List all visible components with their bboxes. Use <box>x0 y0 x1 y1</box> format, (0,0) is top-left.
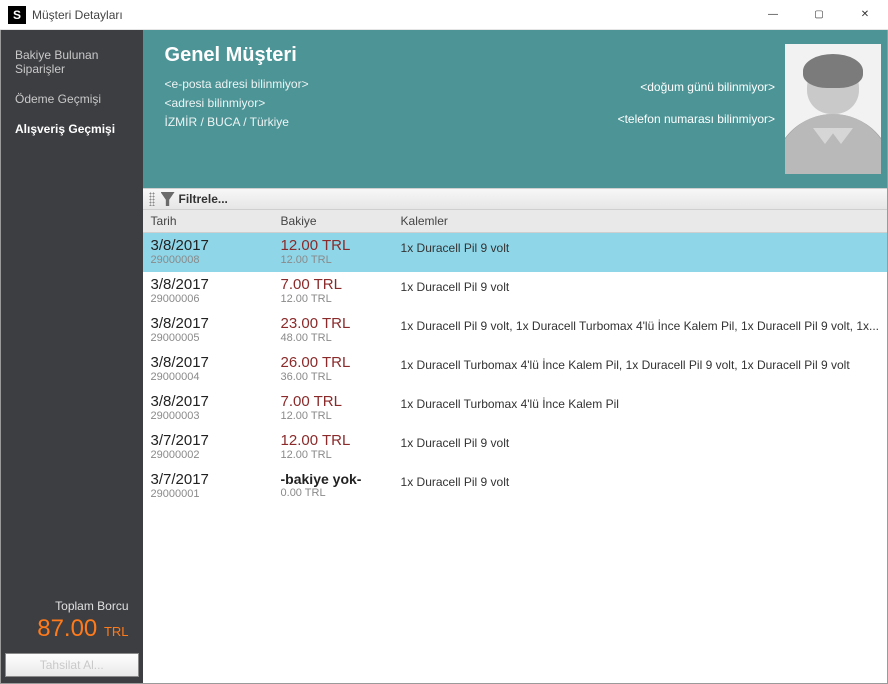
sidebar-item-shopping-history[interactable]: Alışveriş Geçmişi <box>1 114 143 144</box>
cell-date: 3/7/201729000002 <box>151 432 281 461</box>
cell-date: 3/8/201729000003 <box>151 393 281 422</box>
sidebar-item-payment-history[interactable]: Ödeme Geçmişi <box>1 84 143 114</box>
order-number: 29000003 <box>151 410 281 422</box>
order-balance: 23.00 TRL <box>281 315 401 332</box>
order-number: 29000008 <box>151 254 281 266</box>
cell-items: 1x Duracell Pil 9 volt, 1x Duracell Turb… <box>401 315 879 333</box>
order-balance: 26.00 TRL <box>281 354 401 371</box>
sidebar-item-balance-orders[interactable]: Bakiye Bulunan Siparişler <box>1 30 143 84</box>
order-balance: 7.00 TRL <box>281 393 401 410</box>
cell-balance: 23.00 TRL48.00 TRL <box>281 315 401 344</box>
order-number: 29000001 <box>151 488 281 500</box>
order-balance: 12.00 TRL <box>281 237 401 254</box>
table-header: Tarih Bakiye Kalemler <box>143 210 887 233</box>
cell-date: 3/8/201729000005 <box>151 315 281 344</box>
column-items[interactable]: Kalemler <box>393 210 887 232</box>
cell-balance: 7.00 TRL12.00 TRL <box>281 393 401 422</box>
toolbar-grip-icon <box>149 192 155 206</box>
filter-label: Filtrele... <box>179 192 228 206</box>
column-balance[interactable]: Bakiye <box>273 210 393 232</box>
table-row[interactable]: 3/7/201729000001-bakiye yok-0.00 TRL1x D… <box>143 467 887 506</box>
total-debt-value: 87.00 TRL <box>37 615 142 643</box>
table-row[interactable]: 3/8/2017290000067.00 TRL12.00 TRL1x Dura… <box>143 272 887 311</box>
avatar-collar-icon <box>829 128 853 144</box>
customer-header: Genel Müşteri <e-posta adresi bilinmiyor… <box>143 30 887 188</box>
cell-items: 1x Duracell Turbomax 4'lü İnce Kalem Pil <box>401 393 879 411</box>
order-number: 29000005 <box>151 332 281 344</box>
cell-balance: 12.00 TRL12.00 TRL <box>281 237 401 266</box>
sidebar: Bakiye Bulunan Siparişler Ödeme Geçmişi … <box>1 30 143 683</box>
content: Genel Müşteri <e-posta adresi bilinmiyor… <box>143 30 887 683</box>
maximize-button[interactable]: ▢ <box>796 0 842 30</box>
order-balance: 7.00 TRL <box>281 276 401 293</box>
minimize-button[interactable]: — <box>750 0 796 30</box>
funnel-icon <box>161 192 175 206</box>
order-number: 29000006 <box>151 293 281 305</box>
order-date: 3/8/2017 <box>151 354 281 371</box>
order-total: 12.00 TRL <box>281 449 401 461</box>
total-debt-currency: TRL <box>104 624 129 639</box>
table-row[interactable]: 3/8/2017290000037.00 TRL12.00 TRL1x Dura… <box>143 389 887 428</box>
order-total: 12.00 TRL <box>281 410 401 422</box>
order-date: 3/8/2017 <box>151 315 281 332</box>
avatar-body-icon <box>785 114 881 174</box>
table-row[interactable]: 3/8/20172900000426.00 TRL36.00 TRL1x Dur… <box>143 350 887 389</box>
cell-date: 3/8/201729000004 <box>151 354 281 383</box>
table-row[interactable]: 3/8/20172900000812.00 TRL12.00 TRL1x Dur… <box>143 233 887 272</box>
collect-payment-button[interactable]: Tahsilat Al... <box>5 653 139 677</box>
order-total: 36.00 TRL <box>281 371 401 383</box>
customer-phone: <telefon numarası bilinmiyor> <box>618 112 775 126</box>
order-date: 3/8/2017 <box>151 237 281 254</box>
table-row[interactable]: 3/8/20172900000523.00 TRL48.00 TRL1x Dur… <box>143 311 887 350</box>
order-date: 3/7/2017 <box>151 432 281 449</box>
order-total: 12.00 TRL <box>281 293 401 305</box>
order-date: 3/7/2017 <box>151 471 281 488</box>
order-balance: 12.00 TRL <box>281 432 401 449</box>
customer-name: Genel Müşteri <box>165 44 601 67</box>
cell-date: 3/7/201729000001 <box>151 471 281 500</box>
avatar-placeholder <box>785 44 881 174</box>
order-number: 29000004 <box>151 371 281 383</box>
close-button[interactable]: ✕ <box>842 0 888 30</box>
order-total: 0.00 TRL <box>281 487 401 499</box>
order-total: 48.00 TRL <box>281 332 401 344</box>
avatar-hair-icon <box>803 54 863 88</box>
cell-balance: 26.00 TRL36.00 TRL <box>281 354 401 383</box>
table-row[interactable]: 3/7/20172900000212.00 TRL12.00 TRL1x Dur… <box>143 428 887 467</box>
cell-items: 1x Duracell Pil 9 volt <box>401 276 879 294</box>
order-balance: -bakiye yok- <box>281 471 401 487</box>
total-debt-amount: 87.00 <box>37 615 97 642</box>
cell-balance: 12.00 TRL12.00 TRL <box>281 432 401 461</box>
table-body: 3/8/20172900000812.00 TRL12.00 TRL1x Dur… <box>143 233 887 683</box>
app-logo: S <box>8 6 26 24</box>
cell-items: 1x Duracell Pil 9 volt <box>401 471 879 489</box>
order-number: 29000002 <box>151 449 281 461</box>
customer-location: İZMİR / BUCA / Türkiye <box>165 113 601 132</box>
customer-birthday: <doğum günü bilinmiyor> <box>640 80 775 94</box>
column-date[interactable]: Tarih <box>143 210 273 232</box>
order-total: 12.00 TRL <box>281 254 401 266</box>
cell-items: 1x Duracell Turbomax 4'lü İnce Kalem Pil… <box>401 354 879 372</box>
window-title: Müşteri Detayları <box>32 8 123 22</box>
cell-date: 3/8/201729000006 <box>151 276 281 305</box>
order-date: 3/8/2017 <box>151 276 281 293</box>
filter-bar[interactable]: Filtrele... <box>143 188 887 210</box>
customer-address: <adresi bilinmiyor> <box>165 94 601 113</box>
titlebar: S Müşteri Detayları — ▢ ✕ <box>0 0 888 30</box>
cell-items: 1x Duracell Pil 9 volt <box>401 432 879 450</box>
cell-balance: -bakiye yok-0.00 TRL <box>281 471 401 499</box>
cell-items: 1x Duracell Pil 9 volt <box>401 237 879 255</box>
cell-balance: 7.00 TRL12.00 TRL <box>281 276 401 305</box>
order-date: 3/8/2017 <box>151 393 281 410</box>
cell-date: 3/8/201729000008 <box>151 237 281 266</box>
customer-email: <e-posta adresi bilinmiyor> <box>165 75 601 94</box>
total-debt-label: Toplam Borcu <box>55 599 142 613</box>
